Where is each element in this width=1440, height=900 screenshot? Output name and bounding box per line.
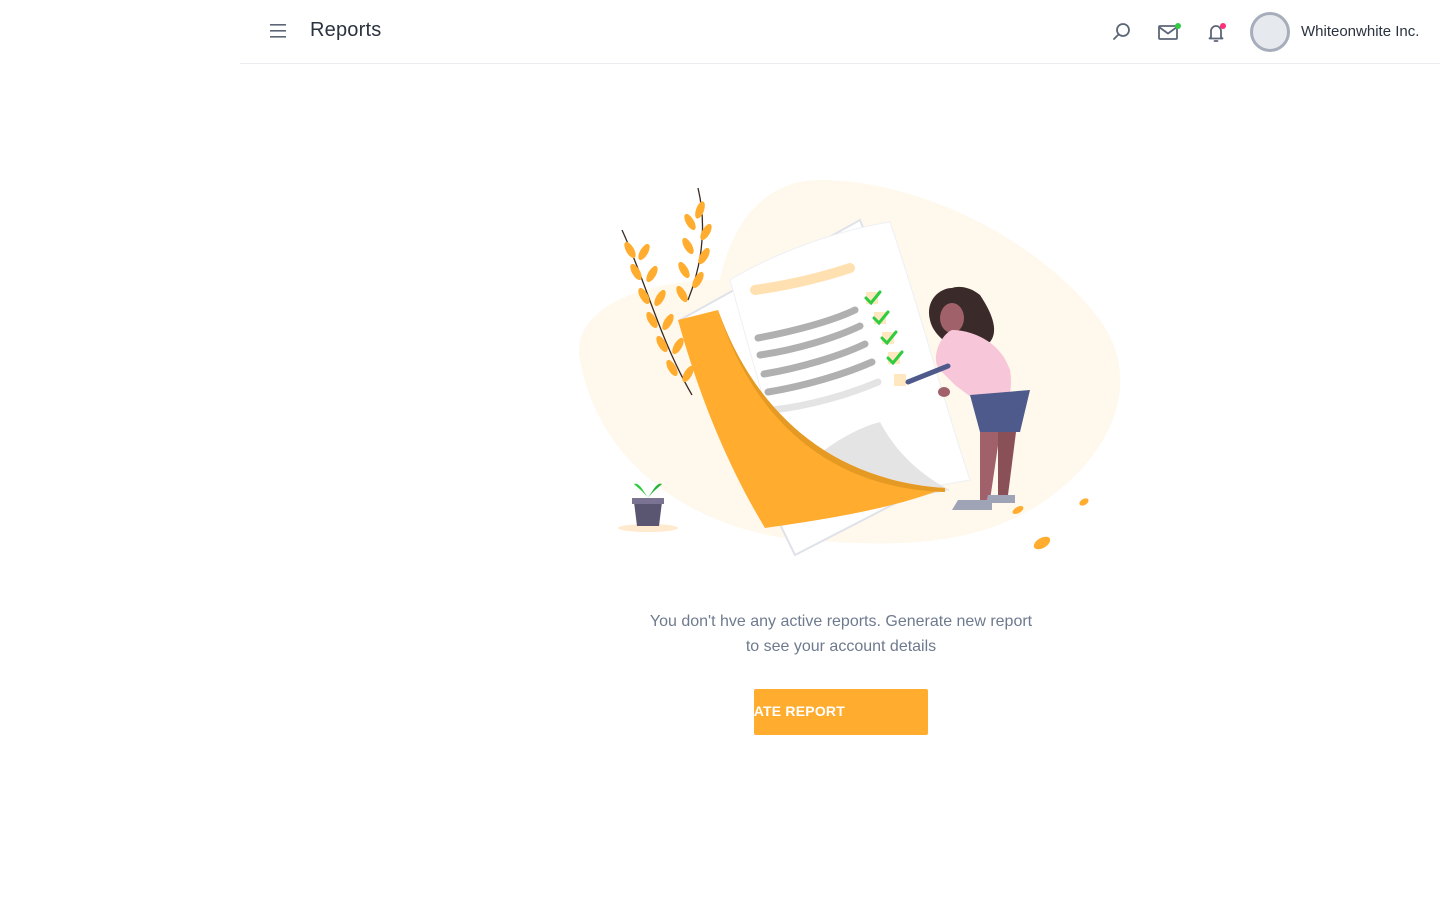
notification-status-dot [1220,23,1226,29]
search-icon [1113,23,1130,40]
generate-report-button-label: GENERATE REPORT [754,703,845,719]
empty-reports-illustration [560,170,1130,570]
search-button[interactable] [1106,16,1138,48]
hamburger-icon [270,24,286,38]
mail-status-dot [1175,23,1181,29]
generate-report-button[interactable]: GENERATE REPORT [754,689,928,735]
empty-state-message-line-2: to see your account details [745,638,937,655]
avatar[interactable] [1250,12,1290,52]
page-title: Reports [310,19,382,41]
hamburger-menu-button[interactable] [266,20,292,44]
empty-state-message-line-1: You don't hve any active reports. Genera… [649,613,1033,630]
top-bar: Reports Whiteonwhite Inc. [240,0,1440,64]
mail-button[interactable] [1152,16,1184,48]
notifications-button[interactable] [1200,16,1232,48]
account-name[interactable]: Whiteonwhite Inc. [1301,23,1419,40]
empty-state-message: You don't hve any active reports. Genera… [620,609,1062,659]
sidebar [0,0,240,900]
